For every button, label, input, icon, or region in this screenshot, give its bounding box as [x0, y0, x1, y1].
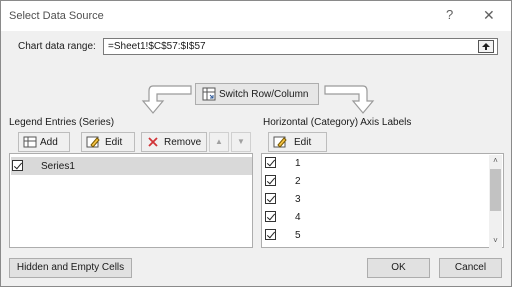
- axis-label-checkbox[interactable]: [265, 157, 276, 168]
- move-up-button[interactable]: ▲: [209, 132, 229, 152]
- collapse-icon: [482, 43, 490, 50]
- scroll-up-icon[interactable]: ˄: [490, 156, 501, 166]
- axis-label-checkbox[interactable]: [265, 229, 276, 240]
- list-item[interactable]: 5: [263, 226, 489, 244]
- switch-row-column-icon: [202, 87, 216, 101]
- remove-x-icon: [148, 137, 158, 147]
- down-arrow-icon: ▼: [237, 137, 245, 146]
- dialog-title: Select Data Source: [9, 10, 104, 22]
- axis-list-scrollbar[interactable]: ˄ ˅: [489, 155, 502, 248]
- edit-label: Edit: [105, 137, 123, 148]
- right-curved-arrow-icon: [324, 85, 375, 114]
- scroll-thumb[interactable]: [490, 169, 501, 211]
- list-item[interactable]: 4: [263, 208, 489, 226]
- series-label: Series1: [41, 161, 75, 172]
- close-button[interactable]: ✕: [483, 7, 495, 23]
- edit-icon: [273, 136, 287, 148]
- add-label: Add: [40, 137, 58, 148]
- list-item[interactable]: 1: [263, 154, 489, 172]
- list-item[interactable]: Series1: [11, 157, 252, 175]
- select-data-source-dialog: Select Data Source ? ✕ Chart data range:…: [0, 0, 512, 287]
- edit-series-button[interactable]: Edit: [81, 132, 135, 152]
- switch-row-column-label: Switch Row/Column: [219, 89, 309, 100]
- cancel-button[interactable]: Cancel: [439, 258, 502, 278]
- switch-row-column-button[interactable]: Switch Row/Column: [195, 83, 319, 105]
- remove-series-button[interactable]: Remove: [141, 132, 207, 152]
- chart-data-range-label: Chart data range:: [18, 41, 96, 52]
- legend-entries-heading: Legend Entries (Series): [9, 117, 115, 128]
- title-bar: Select Data Source ? ✕: [1, 1, 511, 31]
- add-table-icon: [23, 136, 37, 148]
- hidden-and-empty-cells-button[interactable]: Hidden and Empty Cells: [9, 258, 132, 278]
- series-checkbox[interactable]: [12, 160, 23, 171]
- up-arrow-icon: ▲: [215, 137, 223, 146]
- move-down-button[interactable]: ▼: [231, 132, 251, 152]
- axis-labels-list: 1 2 3 4 5 ˄ ˅: [261, 153, 504, 248]
- add-series-button[interactable]: Add: [18, 132, 70, 152]
- legend-entries-list: Series1: [9, 153, 253, 248]
- axis-label-checkbox[interactable]: [265, 211, 276, 222]
- edit-label: Edit: [294, 137, 312, 148]
- axis-label-text: 3: [295, 194, 301, 205]
- axis-label-text: 4: [295, 212, 301, 223]
- scroll-down-icon[interactable]: ˅: [490, 236, 501, 246]
- left-curved-arrow-icon: [141, 85, 192, 114]
- list-item[interactable]: 2: [263, 172, 489, 190]
- help-button[interactable]: ?: [446, 7, 453, 23]
- collapse-dialog-button[interactable]: [478, 40, 494, 53]
- list-item[interactable]: 3: [263, 190, 489, 208]
- edit-axis-labels-button[interactable]: Edit: [268, 132, 327, 152]
- axis-label-text: 5: [295, 230, 301, 241]
- axis-label-text: 2: [295, 176, 301, 187]
- edit-icon: [86, 136, 100, 148]
- axis-labels-heading: Horizontal (Category) Axis Labels: [263, 117, 412, 128]
- chart-data-range-input[interactable]: =Sheet1!$C$57:$I$57: [103, 38, 498, 55]
- ok-button[interactable]: OK: [367, 258, 430, 278]
- axis-label-text: 1: [295, 158, 301, 169]
- remove-label: Remove: [164, 137, 202, 148]
- axis-label-checkbox[interactable]: [265, 175, 276, 186]
- axis-label-checkbox[interactable]: [265, 193, 276, 204]
